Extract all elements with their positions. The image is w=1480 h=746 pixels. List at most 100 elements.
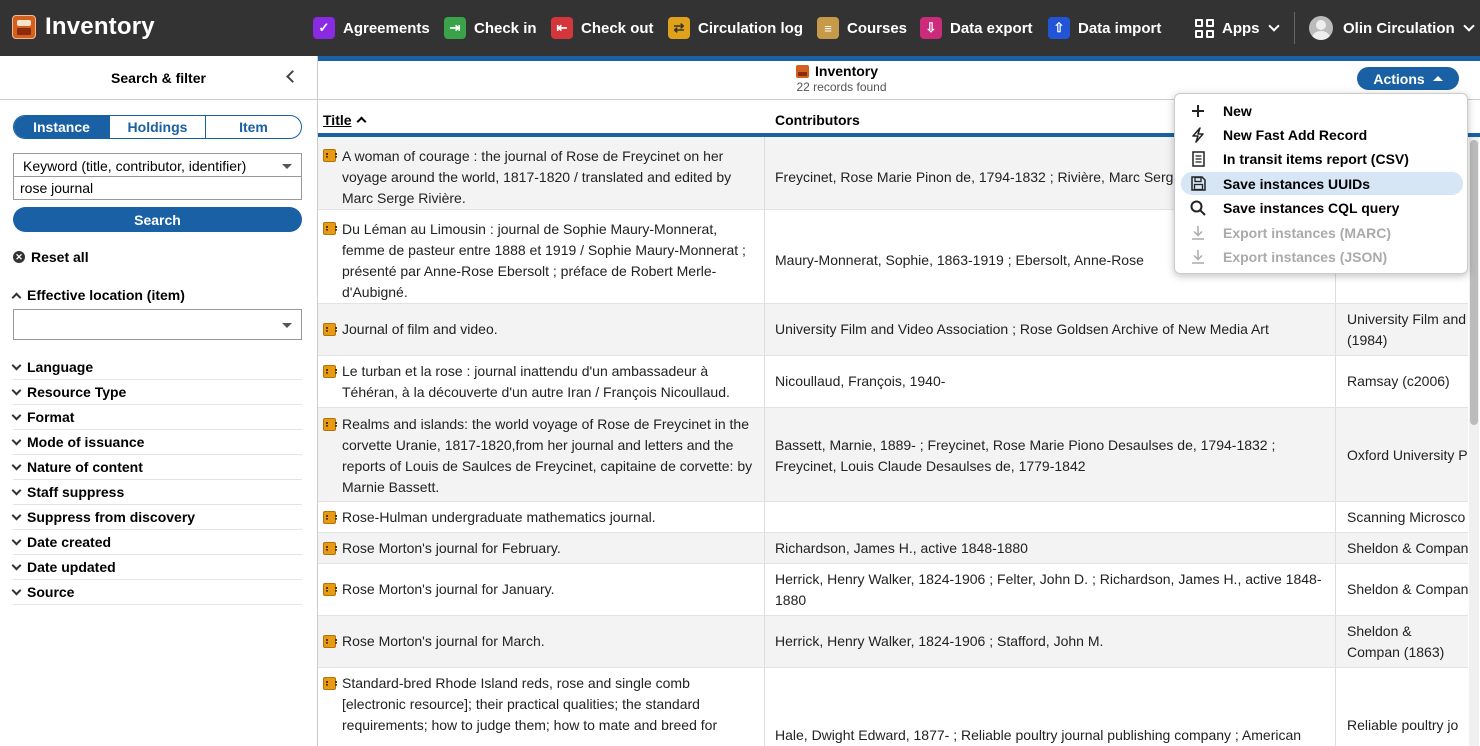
nav-label: Circulation log xyxy=(698,19,803,37)
menu-item-label: In transit items report (CSV) xyxy=(1223,150,1409,167)
column-divider xyxy=(764,533,765,563)
facet-label: Resource Type xyxy=(27,384,127,400)
collapse-left-icon[interactable] xyxy=(286,70,299,83)
facet-nature-of-content[interactable]: Nature of content xyxy=(11,455,302,480)
facet-format[interactable]: Format xyxy=(11,405,302,430)
menu-item-label: New xyxy=(1223,102,1252,119)
facet-effective-location[interactable]: Effective location (item) xyxy=(11,287,185,303)
table-row[interactable]: Rose Morton's journal for March. Herrick… xyxy=(318,616,1468,668)
nav-check-in[interactable]: ⇥ Check in xyxy=(444,15,537,41)
column-title[interactable]: Title xyxy=(323,112,366,128)
nav-check-out[interactable]: ⇤ Check out xyxy=(551,15,654,41)
column-divider xyxy=(1335,668,1336,746)
circulation-log-icon: ⇄ xyxy=(668,17,690,39)
table-row[interactable]: Rose Morton's journal for January. Herri… xyxy=(318,564,1468,616)
actions-label: Actions xyxy=(1373,70,1425,87)
facet-source[interactable]: Source xyxy=(11,580,302,605)
table-row[interactable]: Rose Morton's journal for February. Rich… xyxy=(318,533,1468,564)
table-row[interactable]: Le turban et la rose : journal inattendu… xyxy=(318,356,1468,408)
menu-item-new-fast-add[interactable]: New Fast Add Record xyxy=(1181,123,1463,146)
cell-publisher: University Film and (1984) xyxy=(1347,311,1467,348)
column-divider xyxy=(764,356,765,407)
cell-contributors: Richardson, James H., active 1848-1880 xyxy=(775,540,1028,556)
segment-item[interactable]: Item xyxy=(206,116,301,138)
nav-label: Check out xyxy=(581,19,654,37)
effective-location-select[interactable] xyxy=(13,309,302,340)
nav-data-import[interactable]: ⇧ Data import xyxy=(1048,15,1161,41)
save-icon xyxy=(1189,175,1207,193)
inventory-app-icon xyxy=(12,15,36,39)
cell-publisher: Oxford University P xyxy=(1347,447,1468,463)
facet-suppress-discovery[interactable]: Suppress from discovery xyxy=(11,505,302,530)
search-button[interactable]: Search xyxy=(13,207,302,232)
nav-circulation-log[interactable]: ⇄ Circulation log xyxy=(668,15,803,41)
cell-publisher: Sheldon & Compan xyxy=(1347,540,1468,556)
menu-item-label: Save instances UUIDs xyxy=(1223,175,1371,192)
segment-holdings[interactable]: Holdings xyxy=(110,116,206,138)
facet-resource-type[interactable]: Resource Type xyxy=(11,380,302,405)
apps-menu[interactable]: Apps xyxy=(1195,15,1280,41)
facet-date-updated[interactable]: Date updated xyxy=(11,555,302,580)
clear-icon: ✕ xyxy=(13,251,25,263)
nav-label: Courses xyxy=(847,19,908,37)
facet-language[interactable]: Language xyxy=(11,355,302,380)
table-row[interactable]: Journal of film and video. University Fi… xyxy=(318,304,1468,356)
chevron-down-icon xyxy=(11,560,22,570)
facet-date-created[interactable]: Date created xyxy=(11,530,302,555)
instance-record-icon xyxy=(323,677,337,690)
cell-title: Realms and islands: the world voyage of … xyxy=(342,416,753,495)
segment-instance[interactable]: Instance xyxy=(14,116,110,138)
menu-item-save-cql[interactable]: Save instances CQL query xyxy=(1181,196,1463,219)
instance-record-icon xyxy=(323,418,337,431)
nav-courses[interactable]: ≡ Courses xyxy=(817,15,907,41)
courses-icon: ≡ xyxy=(817,17,839,39)
facet-staff-suppress[interactable]: Staff suppress xyxy=(11,480,302,505)
column-divider xyxy=(764,137,765,209)
menu-item-in-transit-report[interactable]: In transit items report (CSV) xyxy=(1181,147,1463,170)
nav-label: Data export xyxy=(950,19,1033,37)
scrollbar-thumb[interactable] xyxy=(1470,140,1478,425)
nav-label: Data import xyxy=(1078,19,1162,37)
nav-divider xyxy=(1294,12,1295,44)
nav-label: Check in xyxy=(474,19,537,37)
cell-contributors: Herrick, Henry Walker, 1824-1906 ; Felte… xyxy=(775,571,1322,608)
cell-contributors: University Film and Video Association ; … xyxy=(775,321,1269,337)
reset-all-button[interactable]: ✕ Reset all xyxy=(13,249,89,265)
instance-record-icon xyxy=(323,149,337,162)
instance-record-icon xyxy=(323,323,337,336)
table-row[interactable]: Realms and islands: the world voyage of … xyxy=(318,408,1468,502)
user-menu[interactable]: Olin Circulation xyxy=(1309,15,1475,41)
app-brand[interactable]: Inventory xyxy=(12,13,155,41)
instance-record-icon xyxy=(323,542,337,555)
nav-label: Agreements xyxy=(343,19,430,37)
table-row[interactable]: Rose-Hulman undergraduate mathematics jo… xyxy=(318,502,1468,533)
chevron-down-icon xyxy=(11,460,22,470)
facet-mode-of-issuance[interactable]: Mode of issuance xyxy=(11,430,302,455)
chevron-down-icon xyxy=(1463,19,1475,32)
actions-button[interactable]: Actions xyxy=(1357,67,1459,90)
column-contributors[interactable]: Contributors xyxy=(775,112,860,128)
table-row[interactable]: Standard-bred Rhode Island reds, rose an… xyxy=(318,668,1468,746)
column-divider xyxy=(764,564,765,615)
column-divider xyxy=(1335,616,1336,667)
results-title: Inventory xyxy=(796,63,878,79)
segment-control: Instance Holdings Item xyxy=(13,115,302,139)
facet-label: Date updated xyxy=(27,559,116,575)
menu-item-new[interactable]: New xyxy=(1181,99,1463,122)
results-scrollbar[interactable] xyxy=(1469,137,1479,746)
menu-item-label: Save instances CQL query xyxy=(1223,199,1400,216)
chevron-down-icon xyxy=(11,410,22,420)
menu-item-save-uuids[interactable]: Save instances UUIDs xyxy=(1181,172,1463,195)
menu-item-label: Export instances (JSON) xyxy=(1223,248,1388,265)
facet-label: Staff suppress xyxy=(27,484,125,500)
search-icon xyxy=(1189,199,1207,217)
search-input[interactable]: rose journal xyxy=(13,176,302,200)
search-option-select[interactable]: Keyword (title, contributor, identifier) xyxy=(13,153,302,177)
column-divider xyxy=(1335,356,1336,407)
column-divider xyxy=(1335,533,1336,563)
nav-data-export[interactable]: ⇩ Data export xyxy=(920,15,1033,41)
user-label: Olin Circulation xyxy=(1343,19,1455,37)
nav-agreements[interactable]: ✓ Agreements xyxy=(313,15,430,41)
results-title-label: Inventory xyxy=(815,63,879,79)
menu-item-label: Export instances (MARC) xyxy=(1223,224,1392,241)
